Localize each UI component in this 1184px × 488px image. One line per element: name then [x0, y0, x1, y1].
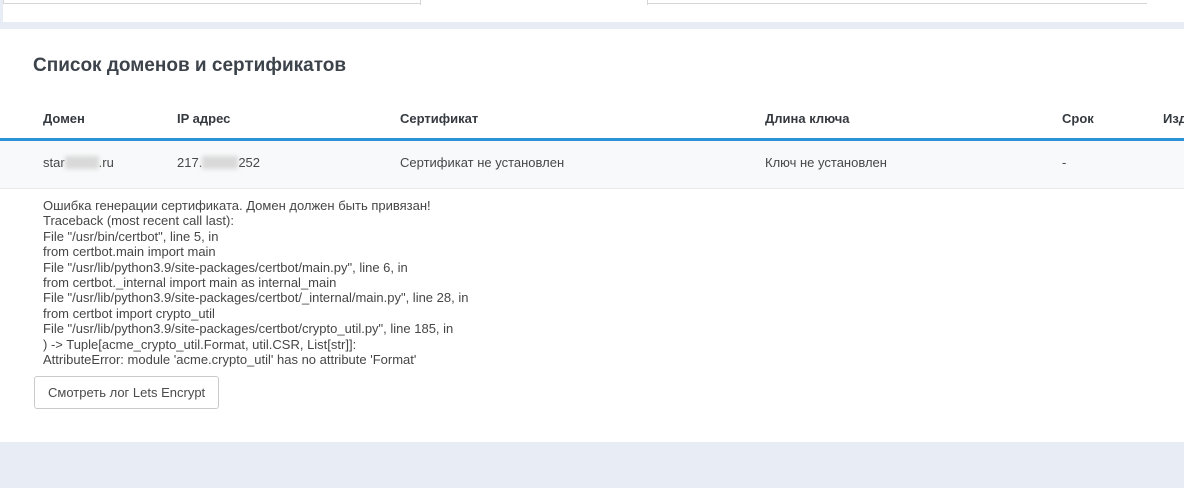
tab-edge-tick: [420, 0, 421, 5]
cell-term: -: [1062, 140, 1163, 189]
cell-issuer: [1163, 140, 1184, 189]
view-letsencrypt-log-button[interactable]: Смотреть лог Lets Encrypt: [34, 376, 219, 409]
cell-key-length: Ключ не установлен: [765, 140, 1062, 189]
ip-suffix: 252: [238, 155, 260, 170]
domains-table: Домен IP адрес Сертификат Длина ключа Ср…: [0, 77, 1184, 189]
column-header-term: Срок: [1062, 77, 1163, 140]
tab-active[interactable]: [420, 0, 647, 22]
tab-border-right: [647, 3, 1147, 4]
page-background-band: [0, 22, 1184, 29]
ip-prefix: 217.: [177, 155, 202, 170]
column-header-certificate: Сертификат: [400, 77, 765, 140]
column-header-issuer: Изд: [1163, 77, 1184, 140]
content-card: Список доменов и сертификатов Домен IP а…: [0, 29, 1184, 442]
tab-bar: [3, 0, 1184, 22]
page-title: Список доменов и сертификатов: [33, 55, 1184, 77]
cell-certificate: Сертификат не установлен: [400, 140, 765, 189]
column-header-ip: IP адрес: [177, 77, 400, 140]
table-row[interactable]: star .ru 217. 252 Сертификат не установлен…: [0, 140, 1184, 189]
certbot-error-traceback: Ошибка генерации сертификата. Домен долж…: [43, 198, 1184, 367]
cell-ip: 217. 252: [177, 140, 400, 189]
domain-suffix: .ru: [99, 155, 114, 170]
tab-border-left: [3, 3, 420, 4]
table-header-row: Домен IP адрес Сертификат Длина ключа Ср…: [0, 77, 1184, 140]
tab-edge-tick: [647, 0, 648, 5]
redacted-blur: [65, 156, 99, 169]
column-header-key-length: Длина ключа: [765, 77, 1062, 140]
domain-prefix: star: [43, 155, 65, 170]
redacted-blur: [202, 156, 238, 169]
tab-edge-tick: [3, 0, 4, 4]
cell-domain: star .ru: [0, 140, 177, 189]
column-header-domain: Домен: [0, 77, 177, 140]
